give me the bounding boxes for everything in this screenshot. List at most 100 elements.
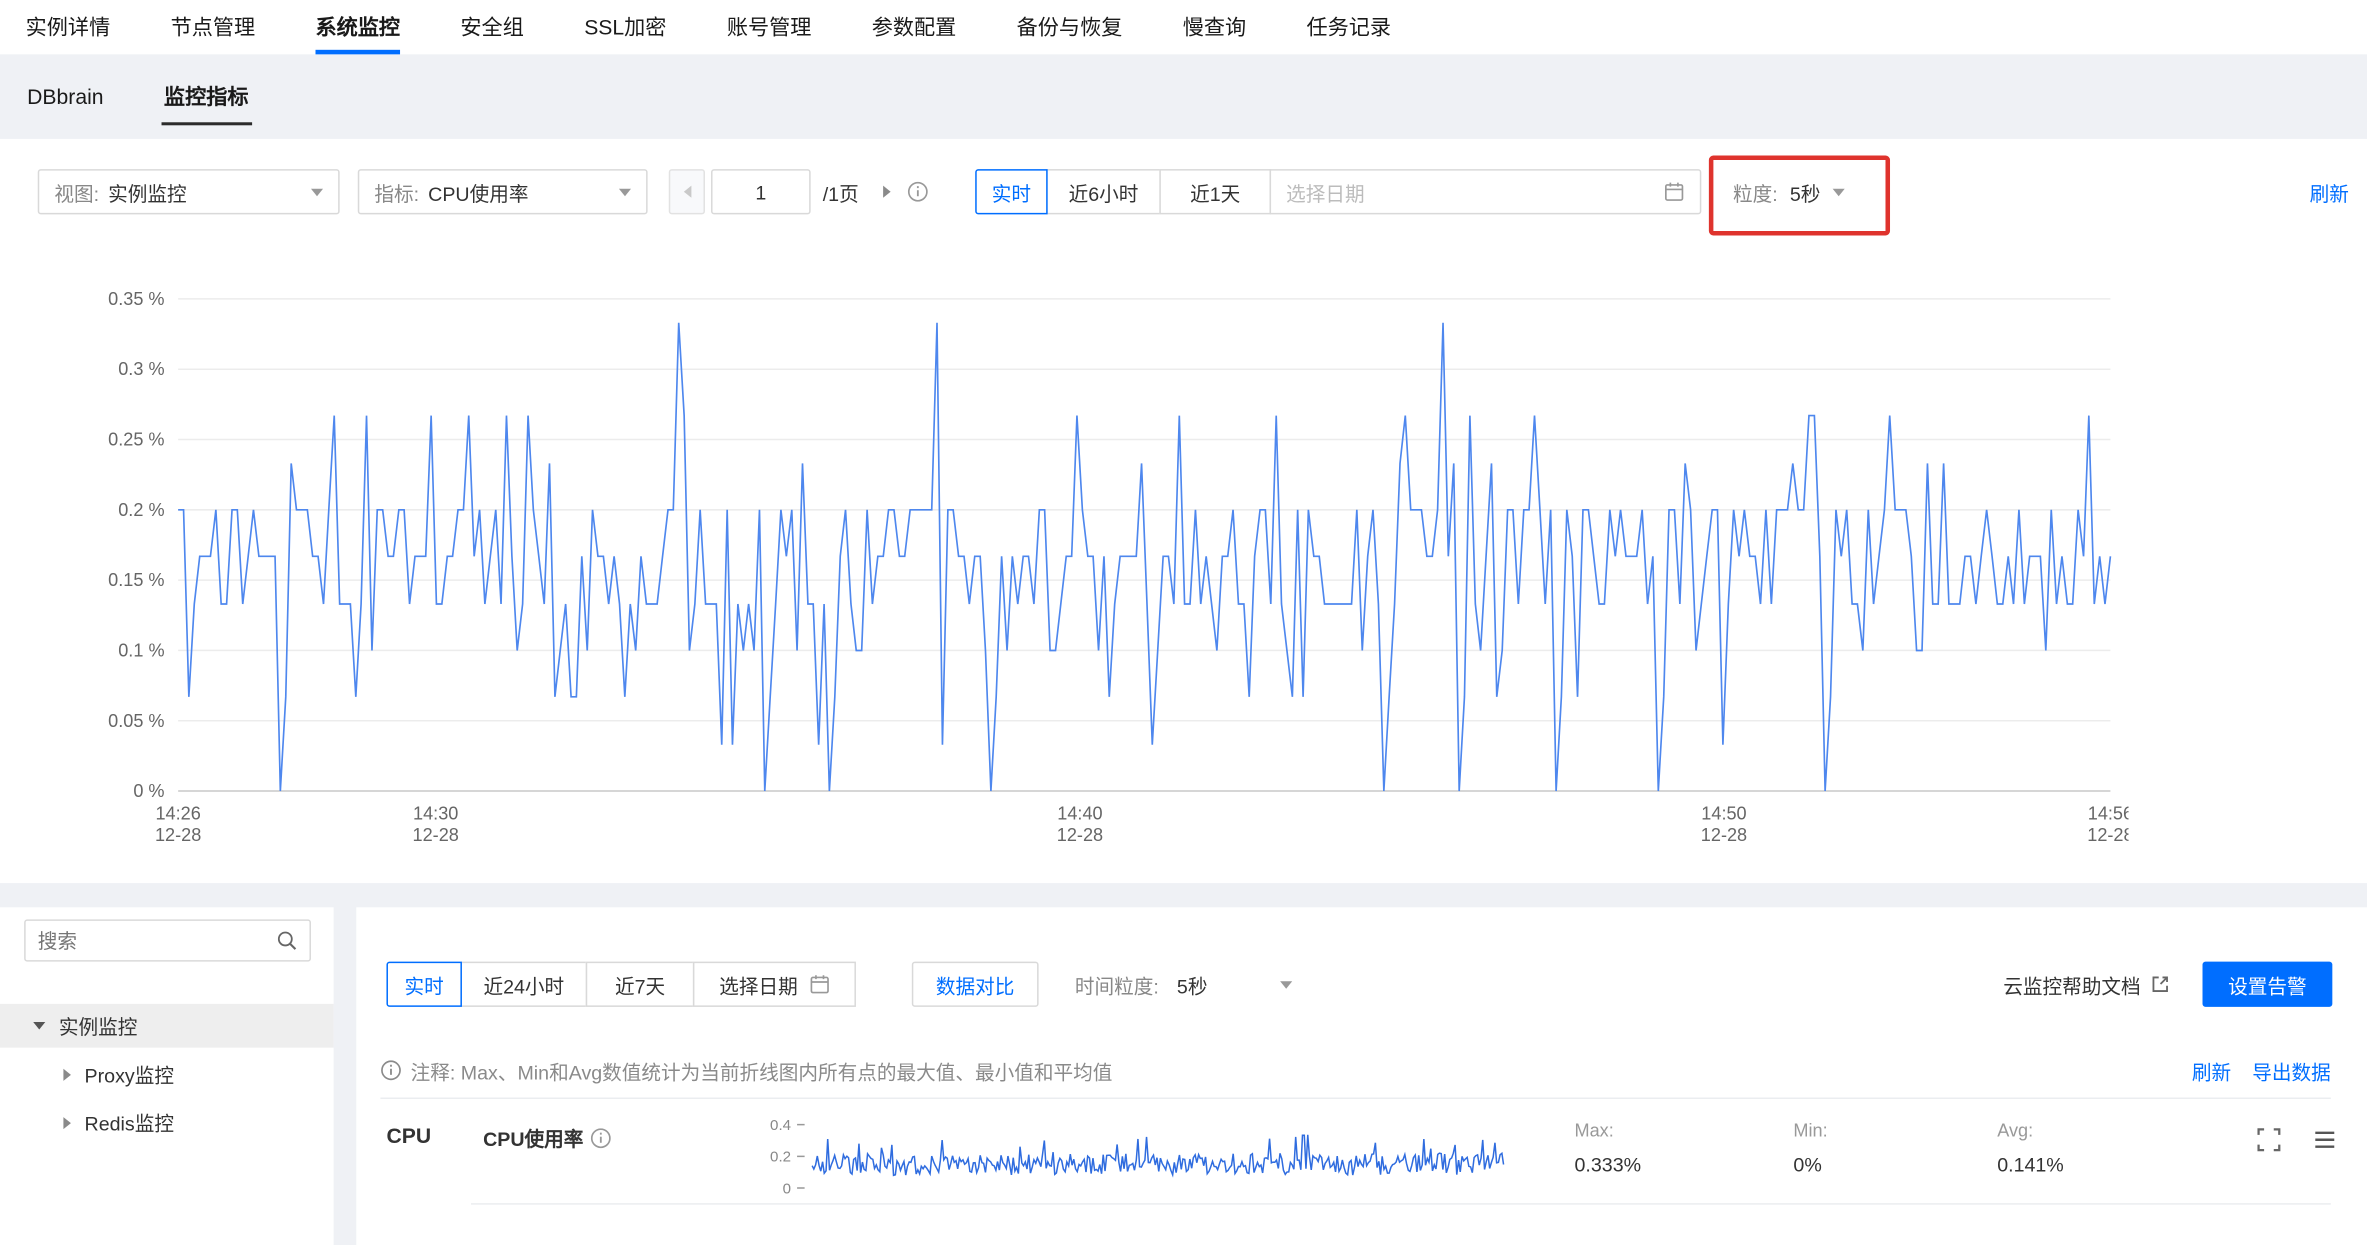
export-data-link[interactable]: 导出数据 [2252, 1056, 2331, 1085]
date-placeholder: 选择日期 [1286, 177, 1663, 206]
metrics-date-picker-button[interactable]: 选择日期 [693, 962, 856, 1007]
info-icon[interactable] [591, 1127, 612, 1148]
note-text: 注释: Max、Min和Avg数值统计为当前折线图内所有点的最大值、最小值和平均… [411, 1056, 1113, 1085]
prev-page-button[interactable] [669, 169, 705, 214]
granularity-select[interactable]: 粒度: 5秒 [1733, 169, 1844, 214]
view-select-value: 实例监控 [108, 177, 311, 206]
svg-text:0.15 %: 0.15 % [108, 570, 164, 590]
page-input[interactable] [711, 169, 811, 214]
svg-text:0.25 %: 0.25 % [108, 430, 164, 450]
tab-dbbrain[interactable]: DBbrain [24, 54, 106, 139]
svg-text:14:26: 14:26 [155, 804, 200, 824]
search-box [24, 919, 311, 961]
svg-text:14:56: 14:56 [2088, 804, 2129, 824]
stat-max: Max: 0.333% [1575, 1120, 1642, 1176]
divider [471, 1203, 2331, 1205]
chevron-right-icon [884, 186, 892, 198]
caret-down-icon [33, 1022, 45, 1030]
next-page-button[interactable] [874, 169, 901, 214]
max-label: Max: [1575, 1120, 1642, 1141]
range-1d-button[interactable]: 近1天 [1159, 169, 1271, 214]
chevron-down-icon [1832, 188, 1844, 196]
tree-item-instance-monitor[interactable]: 实例监控 [0, 1004, 334, 1048]
tab-instance-detail[interactable]: 实例详情 [26, 0, 111, 54]
metrics-granularity-select[interactable]: 时间粒度: 5秒 [1075, 962, 1292, 1007]
page-total-label: /1页 [823, 177, 859, 206]
external-link-icon [2150, 974, 2171, 995]
top-nav: 实例详情 节点管理 系统监控 安全组 SSL加密 账号管理 参数配置 备份与恢复… [0, 0, 2367, 54]
tab-backup-restore[interactable]: 备份与恢复 [1017, 0, 1123, 54]
stat-min: Min: 0% [1793, 1120, 1827, 1176]
caret-right-icon [63, 1116, 71, 1128]
granularity-value: 5秒 [1790, 177, 1821, 206]
divider [380, 1097, 2330, 1099]
metrics-sidebar: 实例监控 Proxy监控 Redis监控 [0, 907, 334, 1245]
svg-text:14:40: 14:40 [1057, 804, 1102, 824]
svg-text:0.35 %: 0.35 % [108, 289, 164, 309]
search-icon[interactable] [276, 930, 297, 951]
tab-param-config[interactable]: 参数配置 [872, 0, 957, 54]
svg-text:12-28: 12-28 [1057, 825, 1103, 845]
tree-item-label: 实例监控 [59, 1011, 138, 1040]
tree-item-proxy-monitor[interactable]: Proxy监控 [0, 1052, 334, 1096]
metrics-range-24h-button[interactable]: 近24小时 [460, 962, 587, 1007]
svg-text:0.05 %: 0.05 % [108, 711, 164, 731]
tab-security-group[interactable]: 安全组 [460, 0, 523, 54]
tree-item-label: Redis监控 [85, 1108, 174, 1137]
refresh-link[interactable]: 刷新 [2310, 169, 2349, 214]
cloud-monitor-help-link[interactable]: 云监控帮助文档 [2003, 962, 2171, 1007]
tab-system-monitor[interactable]: 系统监控 [316, 0, 401, 54]
avg-value: 0.141% [1997, 1153, 2064, 1176]
fullscreen-icon[interactable] [2257, 1128, 2281, 1152]
svg-text:0 %: 0 % [133, 781, 164, 801]
metric-select-label: 指标: [374, 177, 419, 206]
set-alarm-button[interactable]: 设置告警 [2203, 962, 2333, 1007]
svg-text:12-28: 12-28 [2087, 825, 2128, 845]
menu-icon[interactable] [2313, 1128, 2337, 1152]
note-links: 刷新 导出数据 [2192, 1055, 2331, 1085]
metrics-range-7d-button[interactable]: 近7天 [586, 962, 695, 1007]
tree-item-redis-monitor[interactable]: Redis监控 [0, 1100, 334, 1144]
metrics-time-range-group: 实时 近24小时 近7天 选择日期 [386, 962, 855, 1007]
chevron-down-icon [619, 188, 631, 196]
metrics-granularity-value: 5秒 [1177, 970, 1208, 999]
time-range-group: 实时 近6小时 近1天 选择日期 [975, 169, 1701, 214]
tab-monitor-metrics[interactable]: 监控指标 [161, 54, 252, 139]
search-input[interactable] [38, 929, 277, 952]
svg-text:0.2 %: 0.2 % [118, 500, 164, 520]
metrics-refresh-link[interactable]: 刷新 [2192, 1056, 2231, 1085]
cpu-usage-chart[interactable]: 0.35 % 0.3 % 0.25 % 0.2 % 0.15 % 0.1 % 0.05 % 0… [98, 287, 2128, 868]
svg-text:14:50: 14:50 [1701, 804, 1746, 824]
tab-ssl[interactable]: SSL加密 [584, 0, 666, 54]
note-row: 注释: Max、Min和Avg数值统计为当前折线图内所有点的最大值、最小值和平均… [380, 1055, 1112, 1085]
metric-row-title: CPU使用率 [483, 1123, 612, 1152]
tab-node-manage[interactable]: 节点管理 [171, 0, 256, 54]
range-realtime-button[interactable]: 实时 [975, 169, 1047, 214]
monitor-panel: 视图: 实例监控 指标: CPU使用率 /1页 实时 近6小时 近1天 选择日期 [0, 139, 2367, 883]
tab-slow-query[interactable]: 慢查询 [1183, 0, 1246, 54]
range-6h-button[interactable]: 近6小时 [1046, 169, 1161, 214]
tab-task-record[interactable]: 任务记录 [1307, 0, 1392, 54]
metrics-granularity-label: 时间粒度: [1075, 970, 1159, 999]
svg-text:0.3 %: 0.3 % [118, 359, 164, 379]
date-picker-input[interactable]: 选择日期 [1270, 169, 1702, 214]
info-icon[interactable] [907, 181, 928, 202]
metric-select[interactable]: 指标: CPU使用率 [358, 169, 648, 214]
svg-text:0.1 %: 0.1 % [118, 640, 164, 660]
min-value: 0% [1793, 1153, 1827, 1176]
avg-label: Avg: [1997, 1120, 2064, 1141]
calendar-icon [808, 974, 829, 995]
view-select[interactable]: 视图: 实例监控 [38, 169, 340, 214]
svg-text:0: 0 [783, 1180, 791, 1197]
metrics-detail-panel: 实时 近24小时 近7天 选择日期 数据对比 时间粒度: 5秒 云监控帮助文档 … [356, 907, 2367, 1245]
tab-account-manage[interactable]: 账号管理 [727, 0, 812, 54]
svg-text:14:30: 14:30 [413, 804, 458, 824]
cpu-usage-sparkline: 0.40.20 [761, 1116, 1516, 1201]
metrics-range-realtime-button[interactable]: 实时 [386, 962, 461, 1007]
min-label: Min: [1793, 1120, 1827, 1141]
chevron-left-icon [683, 186, 691, 198]
calendar-icon [1664, 181, 1685, 202]
data-compare-button[interactable]: 数据对比 [912, 962, 1039, 1007]
caret-right-icon [63, 1068, 71, 1080]
sub-nav: DBbrain 监控指标 [0, 54, 2367, 139]
